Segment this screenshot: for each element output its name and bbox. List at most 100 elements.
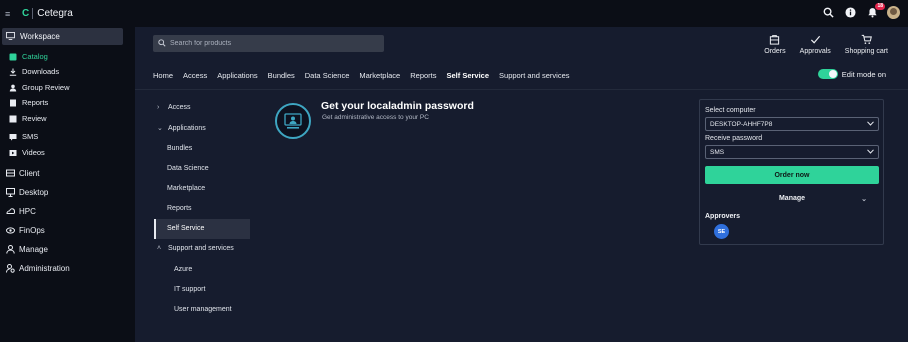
order-now-button[interactable]: Order now (705, 166, 879, 184)
tag-icon (8, 53, 18, 61)
chevron-down-icon: ⌄ (157, 125, 163, 132)
manage-label: Manage (778, 195, 806, 202)
approver-avatar[interactable]: SE (714, 224, 729, 239)
download-icon (8, 68, 18, 76)
orders-icon (769, 33, 780, 46)
tree-item-applications[interactable]: ⌄ Applications (157, 124, 206, 133)
orders-button[interactable]: Orders (764, 33, 786, 55)
tab-home[interactable]: Home (153, 71, 173, 80)
app-title: Cetegra (37, 8, 73, 19)
tree-item-user-management[interactable]: User management (174, 306, 232, 313)
header-divider (135, 89, 908, 90)
header-actions: Orders Approvals Shopping cart (764, 33, 888, 55)
manage-icon (5, 245, 15, 254)
search-input[interactable] (170, 40, 370, 47)
sidebar-item-label: SMS (22, 132, 39, 141)
tab-self-service[interactable]: Self Service (447, 71, 490, 80)
shopping-cart-label: Shopping cart (844, 48, 888, 55)
tree-item-label: Data Science (167, 165, 209, 172)
sidebar-item-desktop[interactable]: Desktop (5, 188, 48, 197)
search-icon (158, 38, 166, 49)
tab-reports[interactable]: Reports (410, 71, 436, 80)
sidebar-item-manage[interactable]: Manage (5, 245, 48, 254)
approvals-label: Approvals (799, 48, 831, 55)
chevron-down-icon: ⌄ (861, 195, 867, 203)
sidebar: Workspace Catalog Downloads Group Review… (0, 27, 135, 342)
edit-mode-toggle[interactable]: Edit mode on (817, 69, 886, 79)
sidebar-item-client[interactable]: Client (5, 169, 39, 178)
tree-item-label: User management (174, 306, 232, 313)
receive-password-dropdown[interactable]: SMS (705, 145, 879, 159)
tree-item-data-science[interactable]: Data Science (167, 165, 209, 172)
info-icon[interactable] (843, 5, 858, 20)
sidebar-item-downloads[interactable]: Downloads (8, 67, 59, 76)
sidebar-section-label: HPC (19, 207, 36, 216)
search-bar (153, 35, 384, 52)
sidebar-item-review[interactable]: Review (8, 114, 47, 123)
sidebar-item-sms[interactable]: SMS (8, 132, 38, 141)
edit-mode-switch[interactable] (817, 69, 838, 79)
avatar[interactable] (887, 6, 900, 19)
tab-marketplace[interactable]: Marketplace (359, 71, 400, 80)
sidebar-item-administration[interactable]: Administration (5, 264, 70, 273)
menu-icon[interactable]: ≡ (5, 9, 19, 19)
tree-item-it-support[interactable]: IT support (174, 286, 205, 293)
desktop-icon (5, 188, 15, 197)
tree-item-self-service[interactable]: Self Service (167, 225, 204, 232)
orders-label: Orders (764, 48, 786, 55)
receive-password-value: SMS (710, 148, 725, 156)
notification-badge: 18 (875, 3, 885, 10)
logo-mark: C (22, 8, 30, 19)
sidebar-item-label: Reports (22, 98, 49, 107)
search-icon[interactable] (821, 5, 836, 20)
user-group-icon (8, 84, 18, 92)
sidebar-item-hpc[interactable]: HPC (5, 207, 36, 216)
administration-icon (5, 264, 15, 273)
tree-item-label: Azure (174, 266, 193, 273)
tree-item-marketplace[interactable]: Marketplace (167, 185, 205, 192)
sidebar-item-label: Review (22, 114, 47, 123)
sidebar-section-label: Administration (19, 264, 70, 273)
tree-item-access[interactable]: › Access (157, 104, 191, 111)
category-nav: Home Access Applications Bundles Data Sc… (153, 66, 580, 84)
tree-item-label: Self Service (167, 225, 205, 232)
checkmark-icon (810, 33, 821, 46)
notification-bell-icon[interactable]: 18 (865, 3, 885, 20)
manage-button[interactable]: Manage ⌄ (705, 190, 879, 207)
chevron-down-icon (867, 120, 874, 128)
tab-access[interactable]: Access (183, 71, 207, 80)
chevron-right-icon: › (157, 104, 160, 111)
select-computer-dropdown[interactable]: DESKTOP-AHHF7P8 (705, 117, 879, 131)
tab-applications[interactable]: Applications (217, 71, 257, 80)
sidebar-item-label: Group Review (22, 83, 70, 92)
tab-support-and-services[interactable]: Support and services (499, 71, 569, 80)
approvers-label: Approvers (705, 213, 741, 220)
product-title: Get your localadmin password (321, 100, 474, 112)
logo[interactable]: C Cetegra (22, 8, 73, 19)
tree-item-label: IT support (174, 286, 206, 293)
tree-item-label: Marketplace (167, 185, 206, 192)
sidebar-item-videos[interactable]: Videos (8, 148, 45, 157)
tree-item-azure[interactable]: Azure (174, 266, 192, 273)
client-icon (5, 169, 15, 178)
sidebar-item-reports[interactable]: Reports (8, 98, 48, 107)
sidebar-item-label: Catalog (22, 52, 48, 61)
top-right-toolbar: 18 (821, 3, 900, 20)
tab-bundles[interactable]: Bundles (268, 71, 295, 80)
sms-icon (8, 133, 18, 141)
sidebar-workspace[interactable]: Workspace (2, 28, 123, 45)
finops-icon (5, 226, 15, 235)
sidebar-item-catalog[interactable]: Catalog (8, 52, 48, 61)
tree-item-label: Reports (167, 205, 192, 212)
approvals-button[interactable]: Approvals (800, 33, 831, 55)
tree-item-support-and-services[interactable]: ˄ Support and services (157, 245, 234, 252)
tree-item-label: Applications (168, 124, 206, 132)
tree-item-bundles[interactable]: Bundles (167, 145, 192, 152)
tab-data-science[interactable]: Data Science (305, 71, 350, 80)
sidebar-item-group-review[interactable]: Group Review (8, 83, 70, 92)
shopping-cart-button[interactable]: Shopping cart (845, 33, 888, 55)
sidebar-item-finops[interactable]: FinOps (5, 226, 45, 235)
tree-item-reports[interactable]: Reports (167, 205, 192, 212)
sidebar-section-label: Client (19, 169, 40, 178)
sidebar-item-label: Downloads (22, 67, 60, 76)
